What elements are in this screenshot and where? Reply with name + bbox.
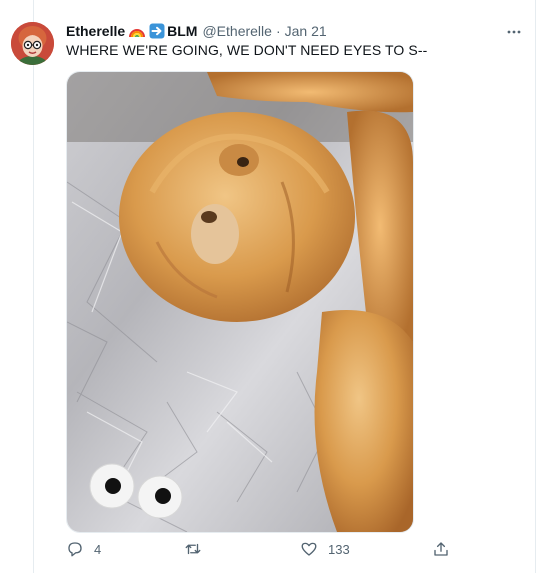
share-icon — [434, 542, 448, 556]
like-button[interactable]: 133 — [300, 540, 350, 558]
display-name-suffix[interactable]: BLM — [167, 23, 197, 39]
rainbow-emoji — [129, 29, 146, 38]
column-divider — [535, 0, 536, 573]
bread-figure-photo — [67, 72, 413, 532]
retweet-icon — [185, 543, 201, 555]
more-horizontal-icon[interactable] — [506, 24, 522, 34]
reply-count: 4 — [94, 541, 102, 557]
tweet-date[interactable]: Jan 21 — [285, 23, 327, 39]
thread-line — [33, 0, 34, 573]
user-handle[interactable]: @Etherelle — [202, 23, 271, 39]
arrow-right-emoji — [149, 23, 165, 39]
retweet-button[interactable] — [184, 540, 212, 558]
like-count: 133 — [328, 541, 350, 557]
tweet-photo[interactable] — [66, 71, 414, 533]
tweet-text: WHERE WE'RE GOING, WE DON'T NEED EYES TO… — [66, 42, 428, 58]
separator-dot: · — [275, 23, 281, 39]
tweet-actions: 4 133 — [66, 540, 466, 564]
tweet-header: Etherelle BLM @Etherelle · Jan 21 — [66, 22, 327, 40]
reply-icon — [68, 542, 82, 557]
heart-icon — [301, 542, 317, 556]
display-name[interactable]: Etherelle — [66, 23, 125, 39]
reply-button[interactable]: 4 — [66, 540, 101, 558]
share-button[interactable] — [432, 540, 450, 558]
avatar-illustration — [11, 22, 54, 65]
avatar[interactable] — [11, 22, 54, 65]
